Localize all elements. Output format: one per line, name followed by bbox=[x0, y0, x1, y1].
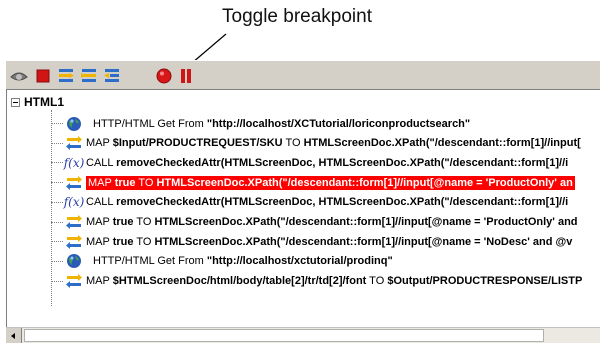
tree-row-map[interactable]: MAP true TO HTMLScreenDoc.XPath("/descen… bbox=[51, 232, 600, 251]
row-bold: removeCheckedAttr(HTMLScreenDoc, HTMLScr… bbox=[116, 156, 569, 169]
row-bold2: HTMLScreenDoc.XPath("/descendant::form[1… bbox=[154, 235, 573, 248]
tree-connector bbox=[51, 162, 63, 164]
row-prefix: HTTP/HTML Get From bbox=[93, 255, 207, 268]
globe-icon bbox=[65, 253, 83, 269]
tree-row-text: CALL removeCheckedAttr(HTMLScreenDoc, HT… bbox=[86, 157, 568, 169]
scroll-left-button[interactable] bbox=[6, 328, 22, 343]
breakpoint-icon[interactable] bbox=[155, 67, 173, 85]
tree-row-map[interactable]: MAP $HTMLScreenDoc/html/body/table[2]/tr… bbox=[51, 272, 600, 291]
map-arrows-icon bbox=[65, 234, 83, 250]
row-bold2: HTMLScreenDoc.XPath("/descendant::form[1… bbox=[154, 216, 578, 228]
row-bold: removeCheckedAttr(HTMLScreenDoc, HTMLScr… bbox=[116, 196, 569, 209]
row-prefix: HTTP/HTML Get From bbox=[93, 117, 207, 130]
stop-icon[interactable] bbox=[34, 67, 52, 85]
row-bold2: HTMLScreenDoc.XPath("/descendant::form[1… bbox=[303, 137, 581, 150]
row-mid: TO bbox=[135, 176, 157, 189]
tree-row-map[interactable]: MAP $Input/PRODUCTREQUEST/SKU TO HTMLScr… bbox=[51, 134, 600, 153]
row-bold: true bbox=[114, 176, 136, 189]
tree-row-map[interactable]: MAP true TO HTMLScreenDoc.XPath("/descen… bbox=[51, 213, 600, 232]
tree-connector bbox=[51, 241, 63, 243]
pause-icon[interactable] bbox=[177, 67, 195, 85]
tree-row-text: MAP true TO HTMLScreenDoc.XPath("/descen… bbox=[86, 236, 572, 248]
tree-row-http[interactable]: HTTP/HTML Get From "http://localhost/XCT… bbox=[51, 114, 600, 133]
tree-connector bbox=[51, 182, 63, 184]
row-prefix: MAP bbox=[86, 216, 113, 228]
row-mid: TO bbox=[133, 216, 155, 228]
row-prefix: CALL bbox=[86, 196, 117, 209]
tree-row-call[interactable]: f(x) CALL removeCheckedAttr(HTMLScreenDoc… bbox=[51, 193, 600, 212]
map-arrows-icon bbox=[65, 273, 83, 289]
row-bold: "http://localhost/xctutorial/prodinq" bbox=[206, 255, 393, 268]
tree-row-text: MAP $Input/PRODUCTREQUEST/SKU TO HTMLScr… bbox=[86, 137, 581, 149]
function-icon: f(x) bbox=[63, 155, 85, 170]
tree-row-text: HTTP/HTML Get From "http://localhost/xct… bbox=[93, 255, 393, 267]
row-mid: TO bbox=[133, 235, 155, 248]
step-out-icon[interactable] bbox=[103, 67, 121, 85]
tree-row-call[interactable]: f(x) CALL removeCheckedAttr(HTMLScreenDoc… bbox=[51, 153, 600, 172]
row-bold: $HTMLScreenDoc/html/body/table[2]/tr/td[… bbox=[112, 275, 367, 288]
tree-row-text: MAP true TO HTMLScreenDoc.XPath("/descen… bbox=[86, 175, 575, 190]
step-over-icon[interactable] bbox=[80, 67, 98, 85]
tree-row-text: CALL removeCheckedAttr(HTMLScreenDoc, HT… bbox=[86, 196, 568, 208]
row-bold2: HTMLScreenDoc.XPath("/descendant::form[1… bbox=[156, 176, 573, 189]
eye-icon[interactable] bbox=[10, 67, 28, 85]
debug-toolbar bbox=[6, 60, 600, 90]
row-prefix: CALL bbox=[86, 156, 117, 169]
toggle-breakpoint-callout: Toggle breakpoint bbox=[222, 6, 372, 27]
tree-connector bbox=[51, 201, 63, 203]
row-bold2: $Output/PRODUCTRESPONSE/LISTP bbox=[387, 275, 583, 288]
row-prefix: MAP bbox=[86, 275, 113, 288]
row-bold: "http://localhost/XCTutorial/loriconprod… bbox=[206, 117, 471, 130]
tree-connector bbox=[51, 280, 63, 282]
function-icon: f(x) bbox=[63, 195, 85, 210]
tree-root-label: HTML1 bbox=[24, 95, 64, 109]
horizontal-scrollbar[interactable] bbox=[6, 327, 600, 343]
tree-row-text: MAP true TO HTMLScreenDoc.XPath("/descen… bbox=[86, 216, 578, 228]
row-mid: TO bbox=[366, 275, 388, 288]
map-arrows-icon bbox=[65, 214, 83, 230]
row-prefix: MAP bbox=[86, 137, 113, 150]
tree-row-text: HTTP/HTML Get From "http://localhost/XCT… bbox=[93, 118, 470, 130]
tree-row-text: MAP $HTMLScreenDoc/html/body/table[2]/tr… bbox=[86, 275, 582, 287]
map-arrows-icon bbox=[65, 175, 83, 191]
tree-connector bbox=[51, 221, 63, 223]
row-mid: TO bbox=[282, 137, 304, 150]
globe-icon bbox=[65, 116, 83, 132]
tree-connector bbox=[51, 260, 63, 262]
row-bold: $Input/PRODUCTREQUEST/SKU bbox=[112, 137, 283, 150]
row-bold: true bbox=[112, 216, 134, 228]
script-tree: HTML1 HTTP/HTML Get From "http://localho… bbox=[6, 90, 600, 343]
map-arrows-icon bbox=[65, 135, 83, 151]
collapse-toggle-icon[interactable] bbox=[11, 97, 20, 107]
scroll-thumb[interactable] bbox=[24, 329, 544, 342]
tree-connector bbox=[51, 142, 63, 144]
row-prefix: MAP bbox=[88, 176, 115, 189]
row-bold: true bbox=[112, 235, 134, 248]
tree-row-map[interactable]: MAP true TO HTMLScreenDoc.XPath("/descen… bbox=[51, 173, 600, 192]
arrow-left-icon bbox=[10, 332, 15, 339]
step-into-icon[interactable] bbox=[57, 67, 75, 85]
tree-row-http[interactable]: HTTP/HTML Get From "http://localhost/xct… bbox=[51, 252, 600, 271]
tree-connector bbox=[51, 123, 63, 124]
tree-root[interactable]: HTML1 bbox=[11, 94, 64, 110]
row-prefix: MAP bbox=[86, 235, 113, 248]
